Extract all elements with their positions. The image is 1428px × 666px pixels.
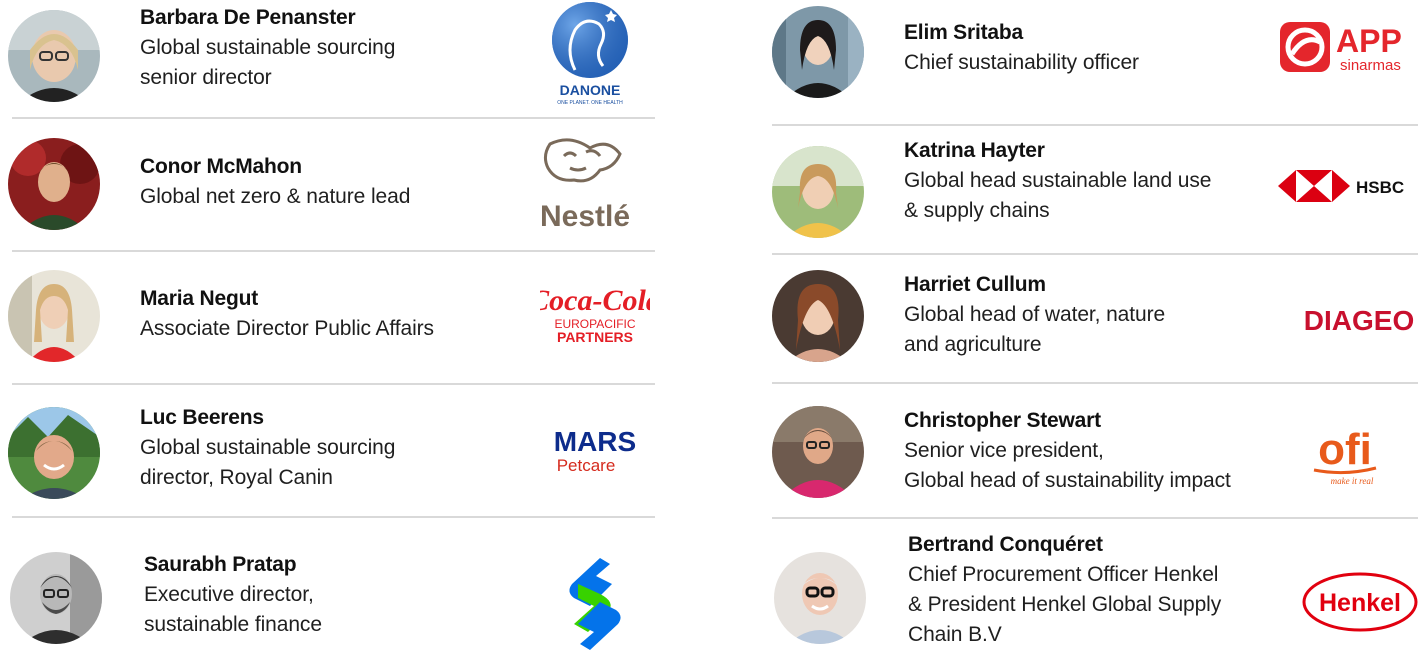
speaker-role-line: Chief Procurement Officer Henkel xyxy=(908,563,1219,586)
divider xyxy=(772,253,1418,255)
danone-logo: DANONE ONE PLANET. ONE HEALTH xyxy=(545,0,635,108)
speaker-name: Bertrand Conquéret xyxy=(908,533,1103,556)
avatar xyxy=(8,138,100,230)
henkel-wordmark: Henkel xyxy=(1319,589,1401,617)
avatar xyxy=(772,406,864,498)
danone-wordmark: DANONE xyxy=(560,82,621,98)
app-sinarmas-logo: APP sinarmas xyxy=(1274,14,1424,80)
speaker-card-maria: Maria Negut Associate Director Public Af… xyxy=(0,252,660,385)
speaker-info: Barbara De Penanster Global sustainable … xyxy=(140,3,395,93)
app-wordmark: APP xyxy=(1336,23,1402,59)
speaker-info: Bertrand Conquéret Chief Procurement Off… xyxy=(908,530,1221,650)
speaker-role-line: director, Royal Canin xyxy=(140,466,333,489)
speaker-name: Harriet Cullum xyxy=(904,273,1046,296)
speaker-name: Luc Beerens xyxy=(140,406,264,429)
speaker-info: Saurabh Pratap Executive director, susta… xyxy=(144,550,322,640)
hsbc-logo: HSBC xyxy=(1274,166,1408,206)
ofi-wordmark: ofi xyxy=(1318,425,1372,474)
speaker-card-bertrand: Bertrand Conquéret Chief Procurement Off… xyxy=(770,518,1428,666)
avatar xyxy=(772,6,864,98)
speaker-info: Maria Negut Associate Director Public Af… xyxy=(140,284,434,344)
speaker-card-saurabh: Saurabh Pratap Executive director, susta… xyxy=(0,518,660,666)
diageo-wordmark: DIAGEO xyxy=(1304,305,1414,336)
speaker-role-line: Chief sustainability officer xyxy=(904,51,1139,74)
nestle-wordmark: Nestlé xyxy=(540,200,630,233)
speaker-role-line: sustainable finance xyxy=(144,613,322,636)
speaker-card-conor: Conor McMahon Global net zero & nature l… xyxy=(0,120,660,252)
speaker-name: Saurabh Pratap xyxy=(144,553,297,576)
speaker-name: Maria Negut xyxy=(140,287,258,310)
speaker-role-line: senior director xyxy=(140,66,272,89)
speaker-card-luc: Luc Beerens Global sustainable sourcing … xyxy=(0,385,660,518)
avatar xyxy=(8,270,100,362)
nestle-logo: Nestlé xyxy=(530,134,640,234)
sinarmas-text: sinarmas xyxy=(1340,57,1401,74)
danone-tagline: ONE PLANET. ONE HEALTH xyxy=(557,100,623,106)
coca-cola-wordmark: Coca-Cola xyxy=(540,284,650,317)
speaker-name: Conor McMahon xyxy=(140,155,302,178)
speaker-role-line: & President Henkel Global Supply xyxy=(908,593,1222,616)
petcare-text: Petcare xyxy=(557,456,616,475)
speaker-role-line: Senior vice president, xyxy=(904,439,1104,462)
speaker-card-christopher: Christopher Stewart Senior vice presiden… xyxy=(770,384,1428,519)
speaker-role-line: Associate Director Public Affairs xyxy=(140,317,434,340)
speaker-card-elim: Elim Sritaba Chief sustainability office… xyxy=(770,0,1428,126)
speaker-info: Katrina Hayter Global head sustainable l… xyxy=(904,136,1211,226)
mars-petcare-logo: MARS Petcare xyxy=(540,423,650,483)
speaker-role-line: Executive director, xyxy=(144,583,314,606)
avatar xyxy=(10,552,102,644)
speaker-role-line: Global head of sustainability impact xyxy=(904,469,1231,492)
speaker-name: Barbara De Penanster xyxy=(140,6,356,29)
avatar xyxy=(772,146,864,238)
speaker-name: Katrina Hayter xyxy=(904,139,1045,162)
speaker-info: Conor McMahon Global net zero & nature l… xyxy=(140,152,410,212)
speaker-role-line: Global head of water, nature xyxy=(904,303,1166,326)
speaker-role-line: Global sustainable sourcing xyxy=(140,36,396,59)
speaker-card-harriet: Harriet Cullum Global head of water, nat… xyxy=(770,258,1428,384)
speaker-card-katrina: Katrina Hayter Global head sustainable l… xyxy=(770,126,1428,258)
speaker-name: Christopher Stewart xyxy=(904,409,1101,432)
avatar xyxy=(774,552,866,644)
standard-chartered-logo xyxy=(560,554,630,654)
speaker-name: Elim Sritaba xyxy=(904,21,1023,44)
divider xyxy=(12,117,655,119)
henkel-logo: Henkel xyxy=(1300,570,1420,634)
ofi-tagline: make it real xyxy=(1331,476,1374,486)
avatar xyxy=(772,270,864,362)
partners-text: PARTNERS xyxy=(557,329,633,345)
speaker-role-line: and agriculture xyxy=(904,333,1042,356)
speaker-role-line: Global sustainable sourcing xyxy=(140,436,396,459)
avatar xyxy=(8,407,100,499)
speaker-role-line: Chain B.V xyxy=(908,623,1002,646)
mars-wordmark: MARS xyxy=(554,426,636,457)
hsbc-wordmark: HSBC xyxy=(1356,178,1404,197)
speaker-role-line: Global head sustainable land use xyxy=(904,169,1212,192)
speaker-info: Harriet Cullum Global head of water, nat… xyxy=(904,270,1165,360)
coca-cola-europacific-logo: Coca-Cola EUROPACIFIC PARTNERS xyxy=(540,278,650,358)
speaker-role-line: & supply chains xyxy=(904,199,1050,222)
avatar xyxy=(8,10,100,102)
speaker-info: Elim Sritaba Chief sustainability office… xyxy=(904,18,1139,78)
speaker-info: Luc Beerens Global sustainable sourcing … xyxy=(140,403,395,493)
diageo-logo: DIAGEO xyxy=(1294,300,1424,340)
ofi-logo: ofi make it real xyxy=(1300,420,1390,490)
speaker-card-barbara: Barbara De Penanster Global sustainable … xyxy=(0,0,660,120)
speaker-info: Christopher Stewart Senior vice presiden… xyxy=(904,406,1231,496)
speaker-role-line: Global net zero & nature lead xyxy=(140,185,411,208)
